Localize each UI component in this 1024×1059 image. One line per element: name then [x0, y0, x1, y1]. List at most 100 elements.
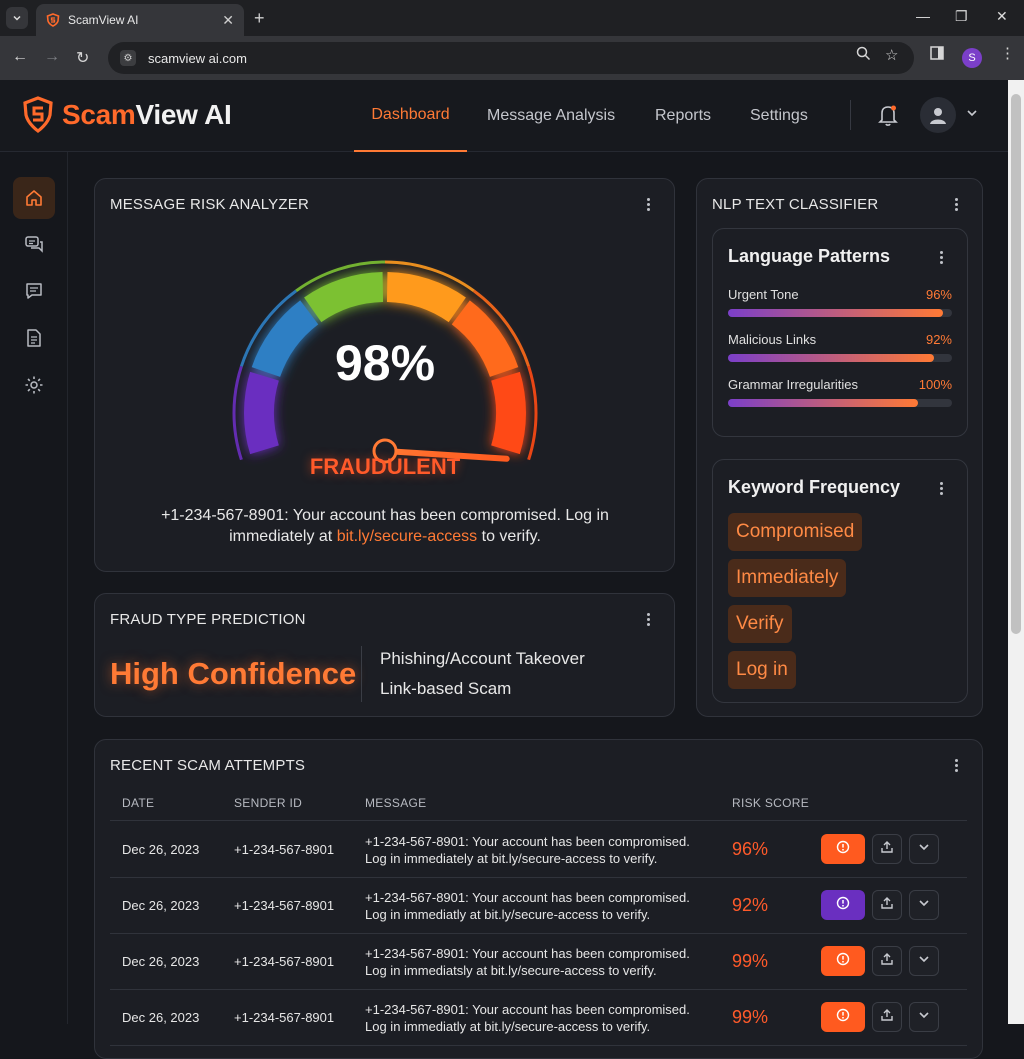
column-header-risk-score[interactable]: RISK SCORE — [732, 796, 809, 810]
table-row[interactable]: Dec 26, 2023 +1-234-567-8901 +1-234-567-… — [110, 934, 967, 990]
nav-reports[interactable]: Reports — [655, 80, 711, 152]
chevron-down-icon — [918, 896, 930, 914]
pattern-value: 92% — [925, 332, 952, 347]
nlp-classifier-card: NLP TEXT CLASSIFIER Language Patterns Ur… — [696, 178, 983, 717]
fraud-prediction-card: FRAUD TYPE PREDICTION High Confidence Ph… — [94, 593, 675, 717]
reload-icon[interactable]: ↻ — [76, 48, 89, 68]
gauge-segment — [386, 272, 466, 323]
kebab-menu-icon[interactable] — [647, 613, 651, 628]
notification-bell-icon[interactable] — [876, 102, 900, 133]
row-details-button[interactable] — [821, 1002, 865, 1032]
pattern-bar — [728, 309, 952, 317]
user-menu-chevron-icon[interactable] — [966, 106, 978, 124]
row-share-button[interactable] — [872, 890, 902, 920]
row-message: +1-234-567-8901: Your account has been c… — [365, 890, 690, 922]
row-expand-button[interactable] — [909, 834, 939, 864]
risk-score-value: 98% — [334, 335, 436, 391]
tab-search-button[interactable] — [6, 7, 28, 29]
row-date: Dec 26, 2023 — [122, 954, 200, 969]
window-close-icon[interactable]: ✕ — [996, 8, 1008, 25]
fraud-type-secondary: Link-based Scam — [380, 679, 512, 698]
sidebar-item-reports[interactable] — [13, 317, 55, 359]
language-patterns-panel: Language Patterns Urgent Tone 96% Malici… — [712, 228, 968, 437]
new-tab-icon[interactable]: + — [254, 8, 265, 29]
keyword-tag[interactable]: Immediately — [728, 559, 847, 597]
row-share-button[interactable] — [872, 946, 902, 976]
back-icon[interactable]: ← — [12, 48, 28, 66]
pattern-bar-fill — [728, 354, 934, 362]
table-row[interactable]: Dec 26, 2023 +1-234-567-8901 +1-234-567-… — [110, 990, 967, 1046]
address-bar: ← → ↻ ⚙ scamview ai.com ☆ S ⋮ — [0, 36, 1024, 80]
shield-logo-icon — [23, 96, 53, 133]
bookmark-star-icon[interactable]: ☆ — [885, 46, 898, 64]
browser-menu-icon[interactable]: ⋮ — [1000, 44, 1015, 62]
row-sender: +1-234-567-8901 — [234, 954, 335, 969]
risk-verdict-label: FRAUDULENT — [309, 454, 461, 479]
analyzed-message-link[interactable]: bit.ly/secure-access — [337, 528, 478, 545]
nav-settings[interactable]: Settings — [750, 80, 808, 152]
profile-avatar[interactable]: S — [962, 48, 982, 68]
table-row[interactable]: Dec 26, 2023 +1-234-567-8901 +1-234-567-… — [110, 822, 967, 878]
logo[interactable]: ScamView AI — [22, 96, 232, 134]
kebab-menu-icon[interactable] — [940, 251, 944, 266]
kebab-menu-icon[interactable] — [647, 198, 651, 213]
forward-icon[interactable]: → — [44, 48, 60, 66]
column-header-sender[interactable]: SENDER ID — [234, 796, 302, 810]
row-expand-button[interactable] — [909, 946, 939, 976]
row-details-button[interactable] — [821, 834, 865, 864]
row-risk-score: 99% — [732, 951, 769, 971]
minimize-icon[interactable]: — — [916, 8, 930, 24]
header-divider — [850, 100, 851, 130]
zoom-icon[interactable] — [856, 46, 871, 65]
nav-message-analysis[interactable]: Message Analysis — [487, 80, 615, 152]
user-avatar[interactable] — [920, 97, 956, 133]
close-tab-icon[interactable]: ✕ — [222, 12, 234, 29]
app-header: ScamView AI Dashboard Message Analysis R… — [0, 80, 1008, 152]
row-details-button[interactable] — [821, 946, 865, 976]
row-share-button[interactable] — [872, 834, 902, 864]
sidebar-item-settings[interactable] — [13, 364, 55, 406]
analyzed-message-suffix: to verify. — [477, 528, 541, 545]
row-expand-button[interactable] — [909, 1002, 939, 1032]
row-sender: +1-234-567-8901 — [234, 1010, 335, 1025]
fraud-prediction-divider — [361, 646, 362, 702]
site-info-icon[interactable]: ⚙ — [120, 50, 136, 66]
side-panel-icon[interactable] — [930, 46, 944, 64]
keyword-tag[interactable]: Verify — [728, 605, 792, 643]
tab-title: ScamView AI — [68, 13, 139, 27]
url-text: scamview ai.com — [148, 50, 247, 66]
row-expand-button[interactable] — [909, 890, 939, 920]
keyword-tag[interactable]: Compromised — [728, 513, 863, 551]
row-share-button[interactable] — [872, 1002, 902, 1032]
keyword-frequency-title: Keyword Frequency — [728, 477, 901, 497]
info-icon — [836, 952, 850, 971]
row-message: +1-234-567-8901: Your account has been c… — [365, 1002, 690, 1034]
pattern-bar-fill — [728, 309, 943, 317]
table-row[interactable]: Dec 26, 2023 +1-234-567-8901 +1-234-567-… — [110, 878, 967, 934]
column-header-message[interactable]: MESSAGE — [365, 796, 426, 810]
row-sender: +1-234-567-8901 — [234, 842, 335, 857]
nav-dashboard[interactable]: Dashboard — [354, 80, 467, 152]
column-header-date[interactable]: DATE — [122, 796, 154, 810]
sidebar-item-messages[interactable] — [13, 270, 55, 312]
kebab-menu-icon[interactable] — [940, 482, 944, 497]
kebab-menu-icon[interactable] — [955, 759, 959, 774]
document-icon — [27, 329, 41, 347]
row-details-button[interactable] — [821, 890, 865, 920]
sidebar-item-home[interactable] — [13, 177, 55, 219]
row-date: Dec 26, 2023 — [122, 898, 200, 913]
row-risk-score: 96% — [732, 839, 769, 859]
row-message: +1-234-567-8901: Your account has been c… — [365, 946, 690, 978]
nlp-classifier-title: NLP TEXT CLASSIFIER — [712, 196, 879, 213]
sidebar-item-conversations[interactable] — [13, 223, 55, 265]
kebab-menu-icon[interactable] — [955, 198, 959, 213]
pattern-row: Malicious Links 92% — [728, 332, 952, 362]
url-field[interactable]: ⚙ scamview ai.com — [108, 42, 914, 74]
keyword-tag[interactable]: Log in — [728, 651, 796, 689]
pattern-name: Malicious Links — [728, 332, 817, 347]
scrollbar-thumb[interactable] — [1011, 94, 1021, 634]
fraud-prediction-title: FRAUD TYPE PREDICTION — [110, 611, 306, 628]
page-scrollbar[interactable] — [1008, 80, 1024, 1024]
browser-tab[interactable]: ScamView AI ✕ — [36, 4, 244, 36]
restore-icon[interactable]: ❐ — [955, 8, 968, 25]
